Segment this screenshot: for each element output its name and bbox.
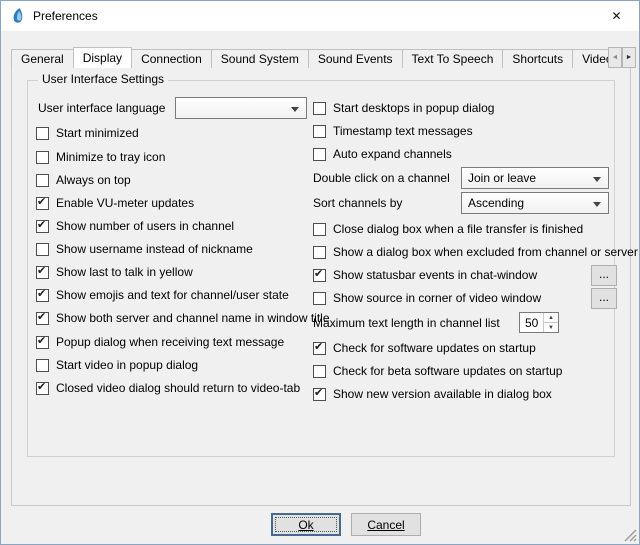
checkbox[interactable] [36, 151, 49, 164]
checkbox-row-video-popup[interactable]: Start video in popup dialog [36, 355, 198, 375]
checkbox-row-desktops-popup[interactable]: Start desktops in popup dialog [313, 98, 494, 118]
checkbox[interactable] [36, 197, 49, 210]
checkbox-row-statusbar-events[interactable]: Show statusbar events in chat-window [313, 265, 537, 285]
checkbox[interactable] [313, 246, 326, 259]
tab-sound-events[interactable]: Sound Events [308, 49, 403, 68]
video-source-more-button[interactable]: ... [591, 288, 617, 309]
checkbox-row-timestamp[interactable]: Timestamp text messages [313, 121, 473, 141]
language-label: User interface language [38, 98, 165, 118]
checkbox-row-video-return[interactable]: Closed video dialog should return to vid… [36, 378, 300, 398]
tab-connection[interactable]: Connection [131, 49, 212, 68]
checkbox[interactable] [36, 220, 49, 233]
checkbox-row-vu-meter[interactable]: Enable VU-meter updates [36, 193, 194, 213]
tab-display[interactable]: Display [73, 47, 132, 68]
checkbox[interactable] [313, 125, 326, 138]
checkbox-row-always-on-top[interactable]: Always on top [36, 170, 131, 190]
resize-grip[interactable] [624, 529, 637, 542]
tab-scroll-buttons: ◄ ► [608, 47, 636, 68]
checkbox[interactable] [36, 127, 49, 140]
close-icon[interactable]: ✕ [594, 1, 639, 30]
sort-channels-select-value: Ascending [468, 196, 524, 210]
ok-button[interactable]: Ok [271, 513, 341, 536]
checkbox-row-last-talk[interactable]: Show last to talk in yellow [36, 262, 193, 282]
checkbox-row-username[interactable]: Show username instead of nickname [36, 239, 253, 259]
checkbox-row-file-transfer[interactable]: Close dialog box when a file transfer is… [313, 219, 583, 239]
max-text-length-label: Maximum text length in channel list [313, 313, 500, 333]
sort-channels-label: Sort channels by [313, 193, 402, 213]
checkbox-row-auto-expand[interactable]: Auto expand channels [313, 144, 452, 164]
stepper-up-icon[interactable]: ▲ [544, 313, 558, 323]
checkbox[interactable] [313, 388, 326, 401]
window-title: Preferences [33, 9, 98, 23]
checkbox-row-excluded-dialog[interactable]: Show a dialog box when excluded from cha… [313, 242, 638, 262]
checkbox-row-window-title[interactable]: Show both server and channel name in win… [36, 308, 330, 328]
checkbox[interactable] [313, 148, 326, 161]
chevron-down-icon [593, 177, 601, 182]
checkbox[interactable] [36, 266, 49, 279]
checkbox-row-video-source-corner[interactable]: Show source in corner of video window [313, 288, 541, 308]
title-bar[interactable]: Preferences ✕ [1, 1, 639, 31]
checkbox[interactable] [36, 382, 49, 395]
chevron-down-icon [291, 107, 299, 112]
sort-channels-select[interactable]: Ascending [461, 192, 609, 214]
stepper-down-icon[interactable]: ▼ [544, 323, 558, 332]
checkbox[interactable] [36, 243, 49, 256]
max-text-length-value: 50 [525, 316, 538, 330]
checkbox[interactable] [36, 336, 49, 349]
checkbox[interactable] [313, 292, 326, 305]
checkbox[interactable] [313, 365, 326, 378]
user-interface-settings-group: User Interface Settings User interface l… [27, 80, 615, 457]
tab-shortcuts[interactable]: Shortcuts [502, 49, 573, 68]
double-click-select-value: Join or leave [468, 171, 536, 185]
checkbox-row-check-beta-updates[interactable]: Check for beta software updates on start… [313, 361, 562, 381]
checkbox[interactable] [36, 312, 49, 325]
checkbox[interactable] [313, 223, 326, 236]
tab-general[interactable]: General [11, 49, 74, 68]
checkbox-row-new-version-dialog[interactable]: Show new version available in dialog box [313, 384, 552, 404]
checkbox-row-check-updates[interactable]: Check for software updates on startup [313, 338, 536, 358]
checkbox-row-user-count[interactable]: Show number of users in channel [36, 216, 234, 236]
checkbox-row-emojis[interactable]: Show emojis and text for channel/user st… [36, 285, 289, 305]
checkbox-row-popup-text[interactable]: Popup dialog when receiving text message [36, 332, 284, 352]
double-click-select[interactable]: Join or leave [461, 167, 609, 189]
checkbox-row-start-minimized[interactable]: Start minimized [36, 123, 139, 143]
tab-sound-system[interactable]: Sound System [211, 49, 309, 68]
checkbox[interactable] [313, 269, 326, 282]
tab-scroll-left-icon[interactable]: ◄ [608, 47, 622, 68]
checkbox-row-minimize-to-tray[interactable]: Minimize to tray icon [36, 147, 165, 167]
double-click-label: Double click on a channel [313, 168, 450, 188]
checkbox[interactable] [36, 359, 49, 372]
dialog-body: General Display Connection Sound System … [1, 31, 639, 544]
group-title: User Interface Settings [38, 72, 168, 86]
checkbox[interactable] [313, 342, 326, 355]
checkbox[interactable] [313, 102, 326, 115]
tab-text-to-speech[interactable]: Text To Speech [402, 49, 504, 68]
tab-scroll-right-icon[interactable]: ► [622, 47, 636, 68]
chevron-down-icon [593, 202, 601, 207]
checkbox[interactable] [36, 289, 49, 302]
max-text-length-stepper[interactable]: 50 ▲ ▼ [519, 312, 559, 333]
app-icon [10, 8, 26, 24]
language-select[interactable] [175, 97, 307, 119]
cancel-button[interactable]: Cancel [351, 513, 421, 536]
checkbox[interactable] [36, 174, 49, 187]
display-tab-panel: User Interface Settings User interface l… [11, 67, 631, 506]
stepper-buttons: ▲ ▼ [543, 313, 558, 332]
statusbar-events-more-button[interactable]: ... [591, 265, 617, 286]
tab-bar: General Display Connection Sound System … [11, 46, 615, 68]
preferences-dialog: Preferences ✕ General Display Connection… [0, 0, 640, 545]
